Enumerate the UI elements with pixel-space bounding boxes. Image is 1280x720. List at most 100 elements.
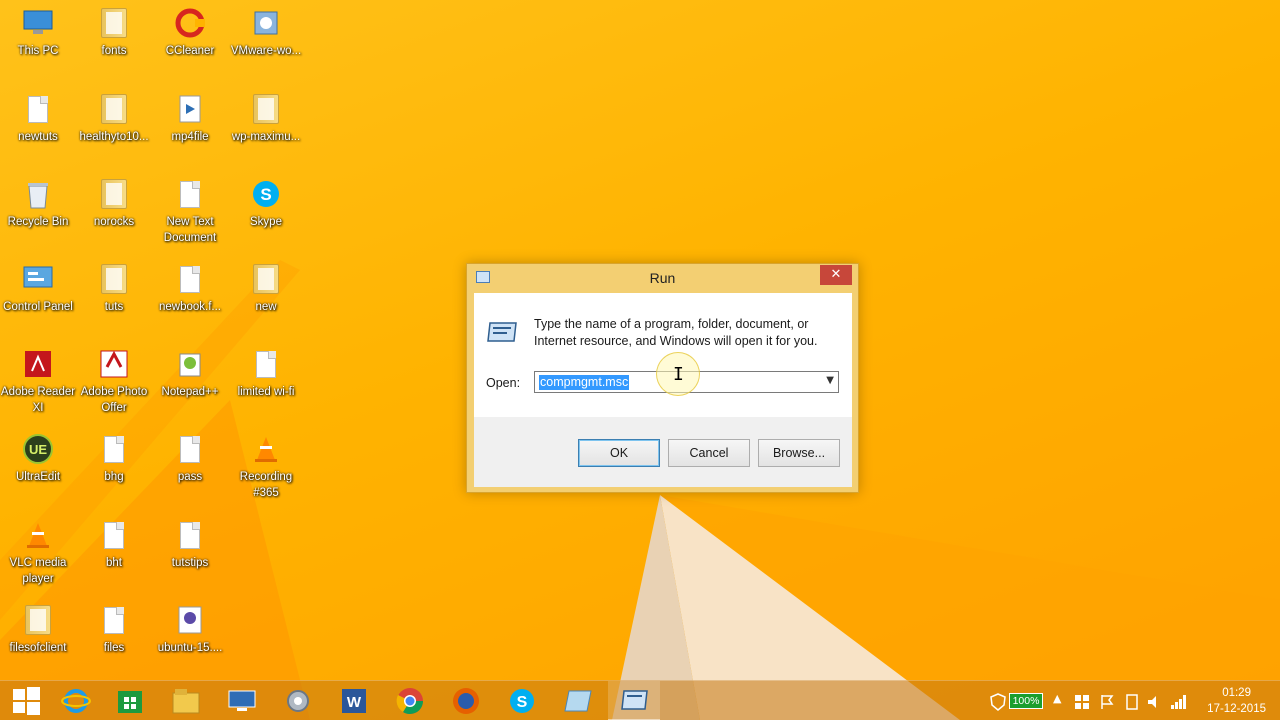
desktop-icon-label: wp-maximu... (231, 131, 301, 143)
taskbar-run[interactable] (608, 681, 660, 720)
chevron-down-icon[interactable]: ▼ (826, 375, 834, 386)
desktop-icon-new[interactable]: new (228, 258, 304, 338)
taskbar-settings[interactable] (272, 681, 324, 720)
document-icon (173, 262, 207, 296)
chevron-up-icon[interactable]: ▲ (1053, 692, 1061, 705)
desktop-icon-notepad-plus-plus[interactable]: Notepad++ (152, 343, 228, 423)
desktop-icon-recording[interactable]: Recording #365 (228, 428, 304, 508)
desktop-icon-ultraedit[interactable]: UE UltraEdit (0, 428, 76, 508)
desktop-icon-bht[interactable]: bht (76, 514, 152, 594)
clock[interactable]: 01:29 17-12-2015 (1207, 685, 1266, 717)
svg-text:UE: UE (29, 442, 47, 457)
taskbar-skype[interactable]: S (496, 681, 548, 720)
desktop-icon-label: healthyto10... (79, 131, 149, 143)
desktop-icon-recycle-bin[interactable]: Recycle Bin (0, 173, 76, 253)
desktop-icon-label: pass (177, 471, 203, 483)
network-signal-icon[interactable] (1170, 693, 1186, 711)
document-icon (21, 92, 55, 126)
desktop-icon-limited-wifi[interactable]: limited wi-fi (228, 343, 304, 423)
flag-icon[interactable] (1100, 694, 1114, 710)
desktop-icon-ubuntu-torrent[interactable]: ubuntu-15.... (152, 599, 228, 679)
desktop-icon-newbook[interactable]: newbook.f... (152, 258, 228, 338)
taskbar-internet-explorer[interactable] (50, 681, 102, 720)
desktop-icon-pass[interactable]: pass (152, 428, 228, 508)
windows-logo-icon (13, 687, 40, 715)
computer-icon (21, 6, 55, 40)
folder-icon (97, 6, 131, 40)
recycle-bin-icon (21, 177, 55, 211)
open-input-value[interactable]: compmgmt.msc (539, 375, 630, 390)
skype-icon: S (249, 177, 283, 211)
desktop-icon-adobe-photo-offer[interactable]: Adobe Photo Offer (76, 343, 152, 423)
security-shield-icon[interactable] (990, 693, 1006, 711)
desktop-icon-mp4file[interactable]: mp4file (152, 88, 228, 168)
desktop-icon-tutstips[interactable]: tutstips (152, 514, 228, 594)
desktop-icon-label: newbook.f... (158, 301, 221, 313)
taskbar-lenovo[interactable] (216, 681, 268, 720)
windows-logo-icon[interactable] (1074, 694, 1090, 710)
desktop-icon-label: Adobe Reader XI (0, 386, 76, 414)
taskbar-word[interactable]: W (328, 681, 380, 720)
device-icon[interactable] (1124, 693, 1140, 711)
desktop-icon-label: new (255, 301, 277, 313)
start-button[interactable] (0, 681, 52, 720)
folder-icon (97, 262, 131, 296)
desktop-icon-wp-maximum[interactable]: wp-maximu... (228, 88, 304, 168)
desktop-icon-new-text-document[interactable]: New Text Document (152, 173, 228, 253)
desktop-icon-control-panel[interactable]: Control Panel (0, 258, 76, 338)
taskbar-store[interactable] (104, 681, 156, 720)
desktop-icon-newtuts[interactable]: newtuts (0, 88, 76, 168)
document-icon (97, 603, 131, 637)
battery-indicator[interactable]: 100% (1009, 693, 1043, 709)
notes-icon (564, 690, 592, 712)
document-icon (249, 347, 283, 381)
desktop-icon-fonts[interactable]: fonts (76, 2, 152, 82)
taskbar-notes[interactable] (552, 681, 604, 720)
desktop-icon-skype[interactable]: S Skype (228, 173, 304, 253)
desktop-icon-filesofclient[interactable]: filesofclient (0, 599, 76, 679)
document-icon (97, 432, 131, 466)
desktop-icon-label: CCleaner (165, 45, 215, 57)
volume-icon[interactable] (1146, 693, 1162, 711)
browse-button[interactable]: Browse... (758, 439, 840, 467)
text-cursor-icon: I (673, 364, 684, 385)
lenovo-icon (228, 690, 256, 711)
run-description: Type the name of a program, folder, docu… (534, 317, 818, 348)
vlc-cone-icon (249, 432, 283, 466)
desktop-icon-files[interactable]: files (76, 599, 152, 679)
cancel-button[interactable]: Cancel (668, 439, 750, 467)
adobe-icon (97, 347, 131, 381)
desktop-icon-adobe-reader[interactable]: Adobe Reader XI (0, 343, 76, 423)
media-file-icon (173, 92, 207, 126)
desktop-icon-label: bht (106, 557, 122, 569)
desktop-icon-label: Recording #365 (239, 471, 293, 499)
taskbar-firefox[interactable] (440, 681, 492, 720)
desktop-icon-vmware[interactable]: VMware-wo... (228, 2, 304, 82)
desktop-icon-label: norocks (93, 216, 135, 228)
desktop-icon-healthyto10[interactable]: healthyto10... (76, 88, 152, 168)
close-button[interactable]: ✕ (820, 265, 852, 285)
desktop-icon-ccleaner[interactable]: CCleaner (152, 2, 228, 82)
store-icon (118, 691, 142, 713)
desktop-icon-norocks[interactable]: norocks (76, 173, 152, 253)
svg-text:W: W (347, 694, 362, 711)
desktop-icon-label: UltraEdit (15, 471, 61, 483)
desktop-icon-this-pc[interactable]: This PC (0, 2, 76, 82)
desktop-icon-label: ubuntu-15.... (157, 642, 223, 654)
desktop-icon-label: tutstips (171, 557, 209, 569)
desktop-icon-label: Recycle Bin (7, 216, 69, 228)
taskbar-file-explorer[interactable] (160, 681, 212, 720)
document-icon (173, 432, 207, 466)
desktop-icon-vlc[interactable]: VLC media player (0, 514, 76, 594)
adobe-reader-icon (21, 347, 55, 381)
taskbar-chrome[interactable] (384, 681, 436, 720)
ok-button[interactable]: OK (578, 439, 660, 467)
open-label: Open: (486, 376, 521, 390)
clock-date: 17-12-2015 (1207, 703, 1266, 715)
document-icon (173, 177, 207, 211)
desktop-icon-tuts[interactable]: tuts (76, 258, 152, 338)
desktop-icon-bhg[interactable]: bhg (76, 428, 152, 508)
run-titlebar[interactable]: Run ✕ (467, 264, 858, 292)
control-panel-icon (21, 262, 55, 296)
folder-icon (249, 262, 283, 296)
